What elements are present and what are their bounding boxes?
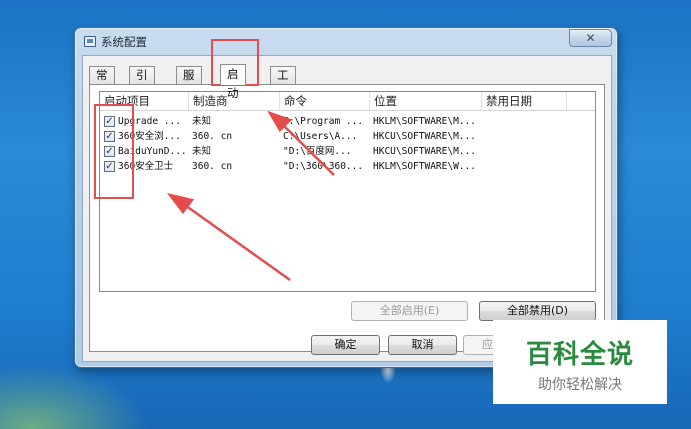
watermark-logo: 百科全说 助你轻松解决 xyxy=(493,320,667,404)
watermark-title: 百科全说 xyxy=(525,340,634,370)
arrow-to-command-column xyxy=(279,121,335,176)
watermark-subtitle: 助你轻松解决 xyxy=(538,377,622,393)
arrowhead-checkboxes xyxy=(166,193,195,215)
tab-startup[interactable]: 启动 xyxy=(220,64,246,100)
arrow-to-checkboxes xyxy=(181,201,291,282)
